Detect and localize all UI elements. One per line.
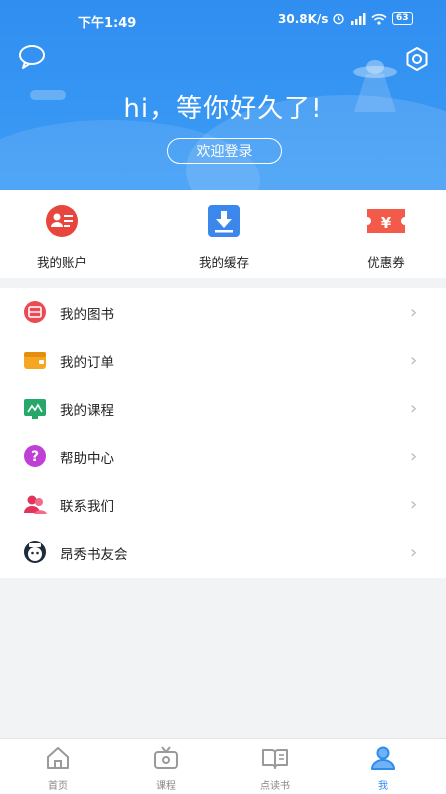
login-button[interactable]: 欢迎登录 <box>167 138 282 164</box>
contacts-icon <box>24 495 47 514</box>
menu-label: 昂秀书友会 <box>60 547 128 563</box>
bottom-tab-bar: 首页 课程 点读书 我 <box>0 738 446 794</box>
settings-icon[interactable] <box>404 46 430 72</box>
profile-menu-list: 我的图书 › 我的订单 › 我的课程 › ? 帮助中心 › 联系我们 › 昂秀书… <box>0 288 446 578</box>
coupon-button[interactable]: ¥ 优惠券 <box>336 204 436 271</box>
quick-actions-bar: 我的账户 我的缓存 ¥ 优惠券 <box>0 190 446 278</box>
status-bar: 下午1:49 30.8K/s 63 <box>0 0 446 40</box>
status-icons: 63 <box>332 12 413 25</box>
book-icon <box>24 301 46 323</box>
tab-label: 我 <box>378 781 388 792</box>
tab-home[interactable]: 首页 <box>28 745 88 792</box>
menu-label: 帮助中心 <box>60 451 114 467</box>
menu-label: 我的订单 <box>60 355 114 371</box>
status-time: 下午1:49 <box>78 16 137 31</box>
wifi-icon <box>371 13 387 25</box>
download-icon <box>208 205 240 237</box>
tab-label: 课程 <box>156 781 176 792</box>
tab-label: 点读书 <box>260 781 290 792</box>
tab-label: 首页 <box>48 781 68 792</box>
my-account-button[interactable]: 我的账户 <box>12 204 112 271</box>
tv-icon <box>154 746 178 769</box>
alarm-icon <box>333 13 344 25</box>
tab-me[interactable]: 我 <box>353 745 413 792</box>
message-icon[interactable] <box>18 44 46 70</box>
svg-text:?: ? <box>31 449 39 465</box>
club-avatar-icon <box>24 541 46 563</box>
menu-item-my-courses[interactable]: 我的课程 › <box>0 384 446 432</box>
home-icon <box>47 747 69 769</box>
chevron-right-icon: › <box>410 302 418 323</box>
profile-header: 下午1:49 30.8K/s 63 hi，等你好久了! 欢迎登录 <box>0 0 446 190</box>
menu-label: 联系我们 <box>60 499 114 515</box>
battery-indicator: 63 <box>392 12 413 25</box>
account-card-icon <box>46 205 78 237</box>
tab-courses[interactable]: 课程 <box>136 745 196 792</box>
course-icon <box>24 399 46 419</box>
person-icon <box>371 746 395 770</box>
chevron-right-icon: › <box>410 542 418 563</box>
signal-icon <box>351 12 366 25</box>
wallet-icon <box>24 352 46 369</box>
menu-item-book-club[interactable]: 昂秀书友会 › <box>0 528 446 576</box>
my-account-label: 我的账户 <box>36 255 87 270</box>
menu-item-contact-us[interactable]: 联系我们 › <box>0 480 446 528</box>
my-cache-button[interactable]: 我的缓存 <box>174 204 274 271</box>
menu-item-my-books[interactable]: 我的图书 › <box>0 288 446 336</box>
svg-text:¥: ¥ <box>381 214 392 232</box>
greeting-text: hi，等你好久了! <box>123 94 323 124</box>
my-cache-label: 我的缓存 <box>198 255 249 270</box>
network-speed: 30.8K/s <box>278 12 329 26</box>
help-icon: ? <box>24 445 46 467</box>
menu-label: 我的图书 <box>60 307 114 323</box>
chevron-right-icon: › <box>410 446 418 467</box>
chevron-right-icon: › <box>410 398 418 419</box>
tab-reading-book[interactable]: 点读书 <box>245 745 305 792</box>
menu-item-help-center[interactable]: ? 帮助中心 › <box>0 432 446 480</box>
menu-label: 我的课程 <box>60 403 114 419</box>
chevron-right-icon: › <box>410 494 418 515</box>
coupon-icon: ¥ <box>367 209 405 233</box>
coupon-label: 优惠券 <box>367 255 405 270</box>
menu-item-my-orders[interactable]: 我的订单 › <box>0 336 446 384</box>
chevron-right-icon: › <box>410 350 418 371</box>
open-book-icon <box>262 749 288 769</box>
